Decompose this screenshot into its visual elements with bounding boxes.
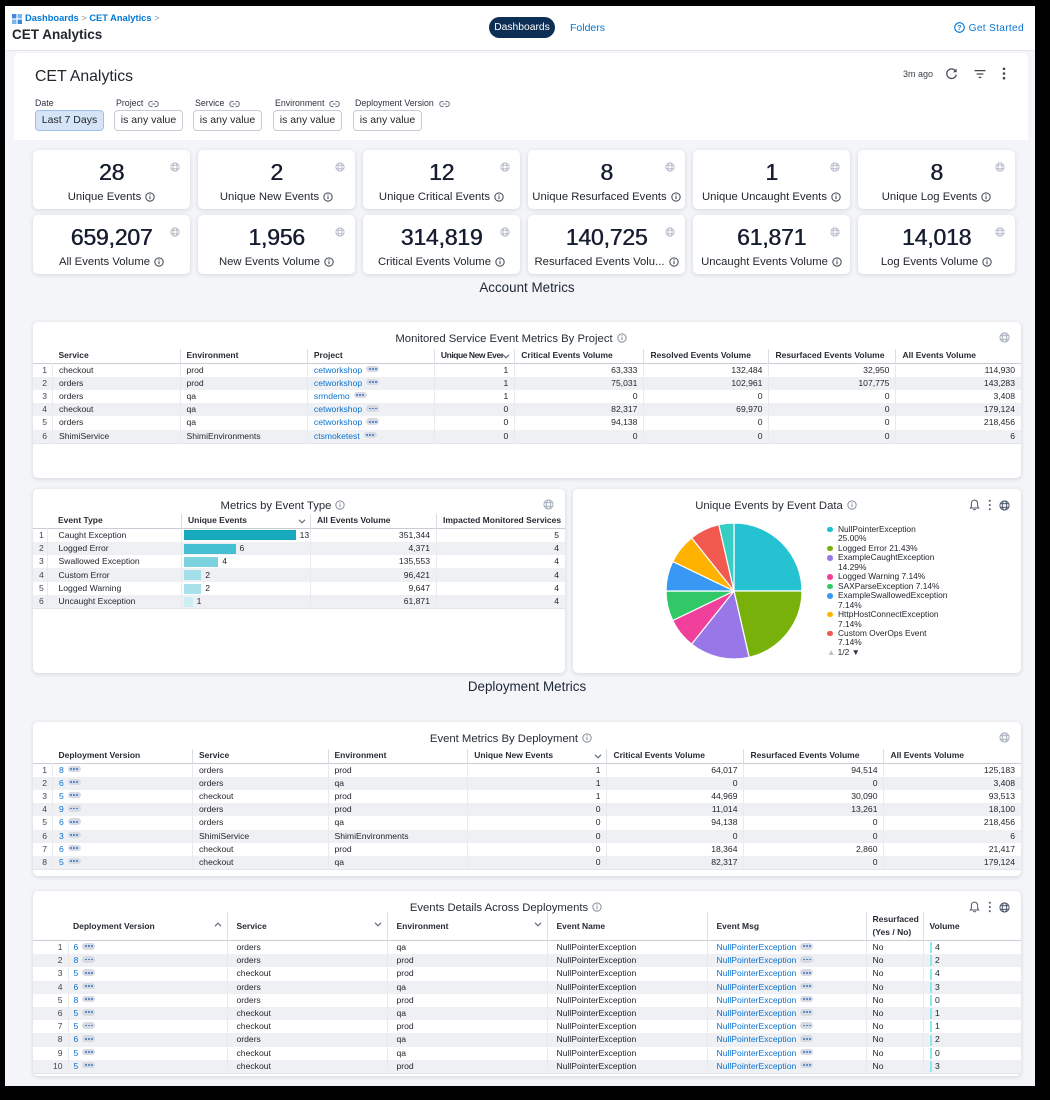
svg-text:?: ? (957, 25, 961, 32)
